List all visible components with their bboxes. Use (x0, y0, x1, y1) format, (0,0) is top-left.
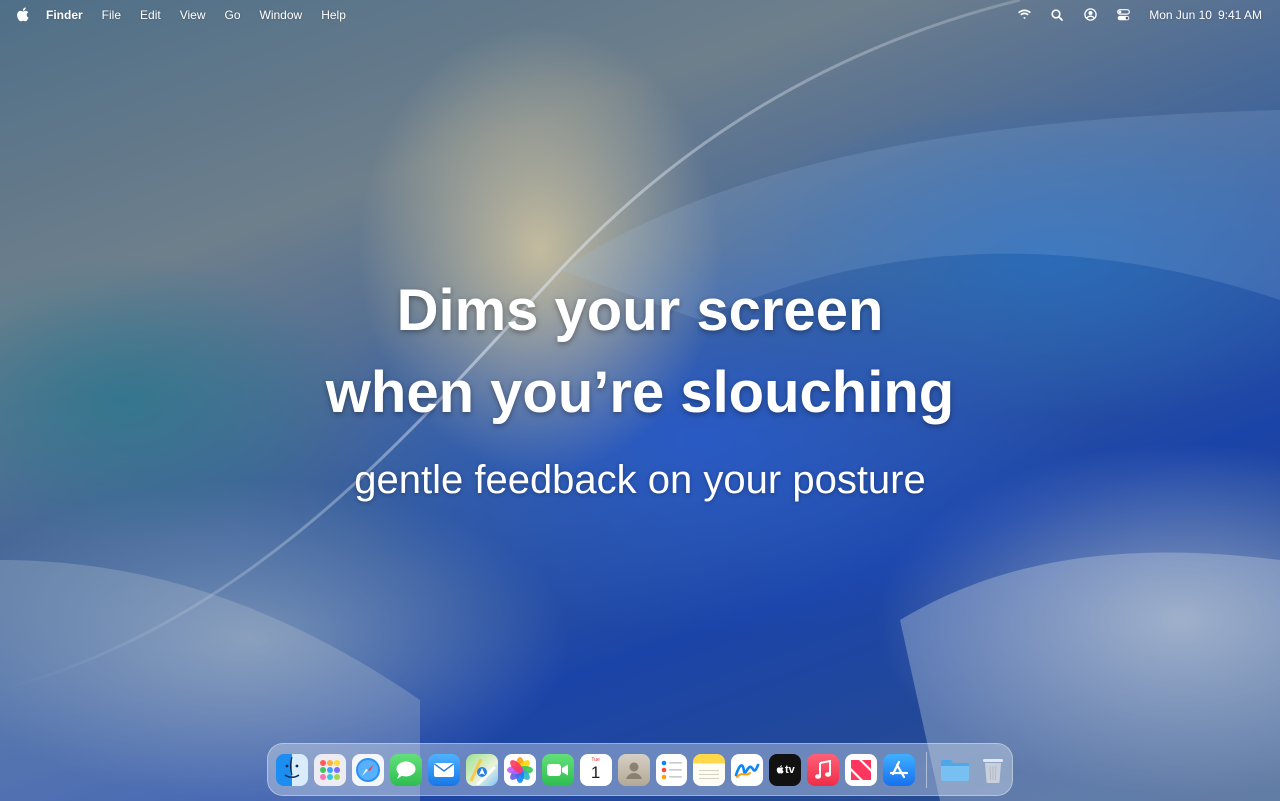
subtitle: gentle feedback on your posture (354, 458, 926, 502)
safari-icon[interactable] (351, 753, 384, 786)
menu-app-name[interactable]: Finder (46, 8, 83, 22)
apple-logo-icon[interactable] (16, 7, 30, 23)
app-store-icon[interactable] (883, 753, 916, 786)
menu-edit[interactable]: Edit (140, 8, 161, 22)
finder-icon[interactable] (276, 753, 308, 786)
reminders-icon[interactable] (655, 753, 688, 786)
clock-date: Mon Jun 10 (1149, 7, 1212, 22)
menu-clock[interactable]: Mon Jun 10 9:41 AM (1149, 8, 1262, 22)
menu-view[interactable]: View (180, 8, 206, 22)
search-icon[interactable] (1049, 7, 1065, 23)
menu-help[interactable]: Help (321, 8, 346, 22)
clock-time: 9:41 AM (1217, 7, 1262, 22)
control-center-icon[interactable] (1115, 7, 1131, 23)
headline: Dims your screen when you’re slouching (0, 270, 1280, 434)
hero-section: Dims your screen when you’re slouching g… (0, 270, 1280, 504)
notes-icon[interactable] (693, 753, 726, 786)
menu-bar: Finder File Edit View Go Window Help Mon… (0, 0, 1280, 29)
headline-line-1: Dims your screen (396, 278, 884, 343)
launchpad-icon[interactable] (313, 753, 346, 786)
contacts-icon[interactable] (617, 753, 650, 786)
mail-icon[interactable] (427, 753, 460, 786)
calendar-date-label: 1 (590, 762, 601, 782)
messages-icon[interactable] (389, 753, 422, 786)
music-icon[interactable] (807, 753, 840, 786)
maps-icon[interactable] (465, 753, 498, 786)
menu-file[interactable]: File (102, 8, 121, 22)
trash-icon[interactable] (977, 754, 1009, 786)
facetime-icon[interactable] (541, 753, 574, 786)
desktop: Finder File Edit View Go Window Help Mon… (0, 0, 1280, 801)
folder-icon[interactable] (939, 754, 971, 786)
freeform-icon[interactable] (731, 753, 764, 786)
menu-go[interactable]: Go (225, 8, 241, 22)
apple-tv-label: tv (784, 763, 795, 776)
user-icon[interactable] (1082, 7, 1098, 23)
apple-tv-icon[interactable]: tv (769, 753, 802, 786)
menu-window[interactable]: Window (260, 8, 303, 22)
dock: Tue 1 tv (267, 743, 1013, 796)
calendar-icon[interactable]: Tue 1 (579, 753, 612, 786)
photos-icon[interactable] (503, 753, 536, 786)
headline-line-2: when you’re slouching (325, 360, 955, 425)
wifi-icon[interactable] (1016, 7, 1032, 23)
dock-separator (926, 751, 928, 788)
news-icon[interactable] (845, 753, 878, 786)
